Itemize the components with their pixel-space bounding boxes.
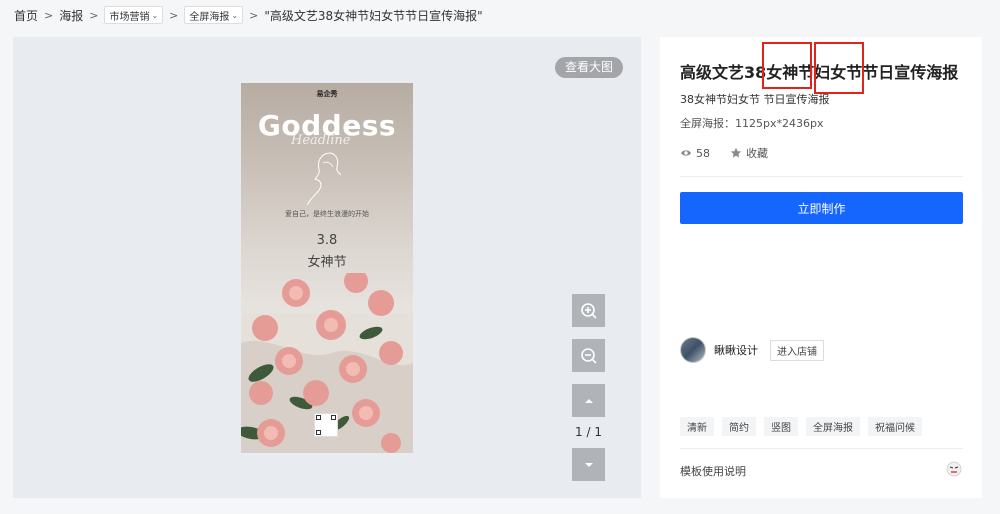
poster-script-text: Headline [291, 133, 351, 148]
breadcrumb-separator: > [169, 8, 179, 22]
eye-icon [681, 150, 691, 156]
breadcrumb-separator: > [249, 8, 259, 22]
highlight-box [762, 42, 812, 89]
chevron-down-icon: ⌄ [151, 10, 159, 20]
page-indicator: 1 / 1 [575, 425, 602, 439]
template-specs: 全屏海报：1125px*2436px [680, 117, 824, 130]
breadcrumb-current: "高级文艺38女神节妇女节节日宣传海报" [264, 8, 483, 23]
breadcrumb-separator: > [44, 8, 54, 22]
breadcrumb: 首页 > 海报 > 市场营销 ⌄ > 全屏海报 ⌄ > "高级文艺38女神节妇女… [14, 5, 483, 25]
breadcrumb-poster[interactable]: 海报 [59, 7, 83, 24]
favorite-button[interactable]: 收藏 [730, 145, 768, 161]
tag-item[interactable]: 竖图 [764, 417, 798, 436]
mascot-icon[interactable] [946, 461, 962, 477]
tag-item[interactable]: 全屏海报 [806, 417, 860, 436]
highlight-box [814, 42, 864, 94]
caret-up-icon [584, 398, 593, 403]
divider [680, 448, 963, 449]
category-dropdown-label: 市场营销 [109, 11, 150, 23]
template-stats: 58 收藏 [680, 145, 768, 161]
zoom-in-button[interactable] [572, 294, 605, 327]
zoom-out-icon [580, 347, 597, 364]
make-now-button[interactable]: 立即制作 [680, 192, 963, 224]
favorite-label: 收藏 [746, 147, 768, 160]
template-info-panel: 高级文艺38女神节妇女节节日宣传海报 38女神节妇女节 节日宣传海报 全屏海报：… [660, 37, 982, 498]
chevron-down-icon: ⌄ [231, 10, 239, 20]
designer-name[interactable]: 瞅瞅设计 [714, 342, 758, 358]
breadcrumb-separator: > [89, 8, 99, 22]
designer-avatar[interactable] [680, 337, 706, 363]
breadcrumb-home[interactable]: 首页 [14, 7, 38, 24]
caret-down-icon [584, 462, 593, 467]
view-count: 58 [696, 146, 710, 160]
next-page-button[interactable] [572, 448, 605, 481]
preview-panel: 查看大图 易企秀 Goddess Headline 爱自己，是终生浪漫的开始 3… [13, 37, 641, 498]
qr-code [314, 413, 338, 437]
woman-silhouette-icon [306, 152, 342, 206]
poster-festival-name: 女神节 [307, 255, 347, 270]
previous-page-button[interactable] [572, 384, 605, 417]
tag-item[interactable]: 祝福问候 [868, 417, 922, 436]
poster-tagline: 爱自己，是终生浪漫的开始 [285, 210, 369, 218]
template-subtitle: 38女神节妇女节 节日宣传海报 [680, 93, 830, 106]
poster-date: 3.8 [316, 233, 338, 248]
tag-item[interactable]: 简约 [722, 417, 756, 436]
subcategory-dropdown[interactable]: 全屏海报 ⌄ [184, 6, 244, 24]
tag-item[interactable]: 清新 [680, 417, 714, 436]
subcategory-dropdown-label: 全屏海报 [189, 11, 230, 23]
designer-info: 瞅瞅设计 进入店铺 [680, 337, 824, 363]
star-icon [730, 147, 742, 158]
view-large-button[interactable]: 查看大图 [554, 57, 623, 78]
enter-shop-button[interactable]: 进入店铺 [770, 339, 824, 361]
poster-brand-logo: 易企秀 [316, 90, 338, 98]
category-dropdown[interactable]: 市场营销 ⌄ [104, 6, 164, 24]
divider [680, 176, 963, 177]
zoom-out-button[interactable] [572, 339, 605, 372]
zoom-in-icon [580, 302, 597, 319]
poster-preview[interactable]: 易企秀 Goddess Headline 爱自己，是终生浪漫的开始 3.8 女神… [241, 83, 413, 453]
tag-list: 清新 简约 竖图 全屏海报 祝福问候 [680, 417, 922, 436]
template-help-link[interactable]: 模板使用说明 [680, 463, 746, 479]
